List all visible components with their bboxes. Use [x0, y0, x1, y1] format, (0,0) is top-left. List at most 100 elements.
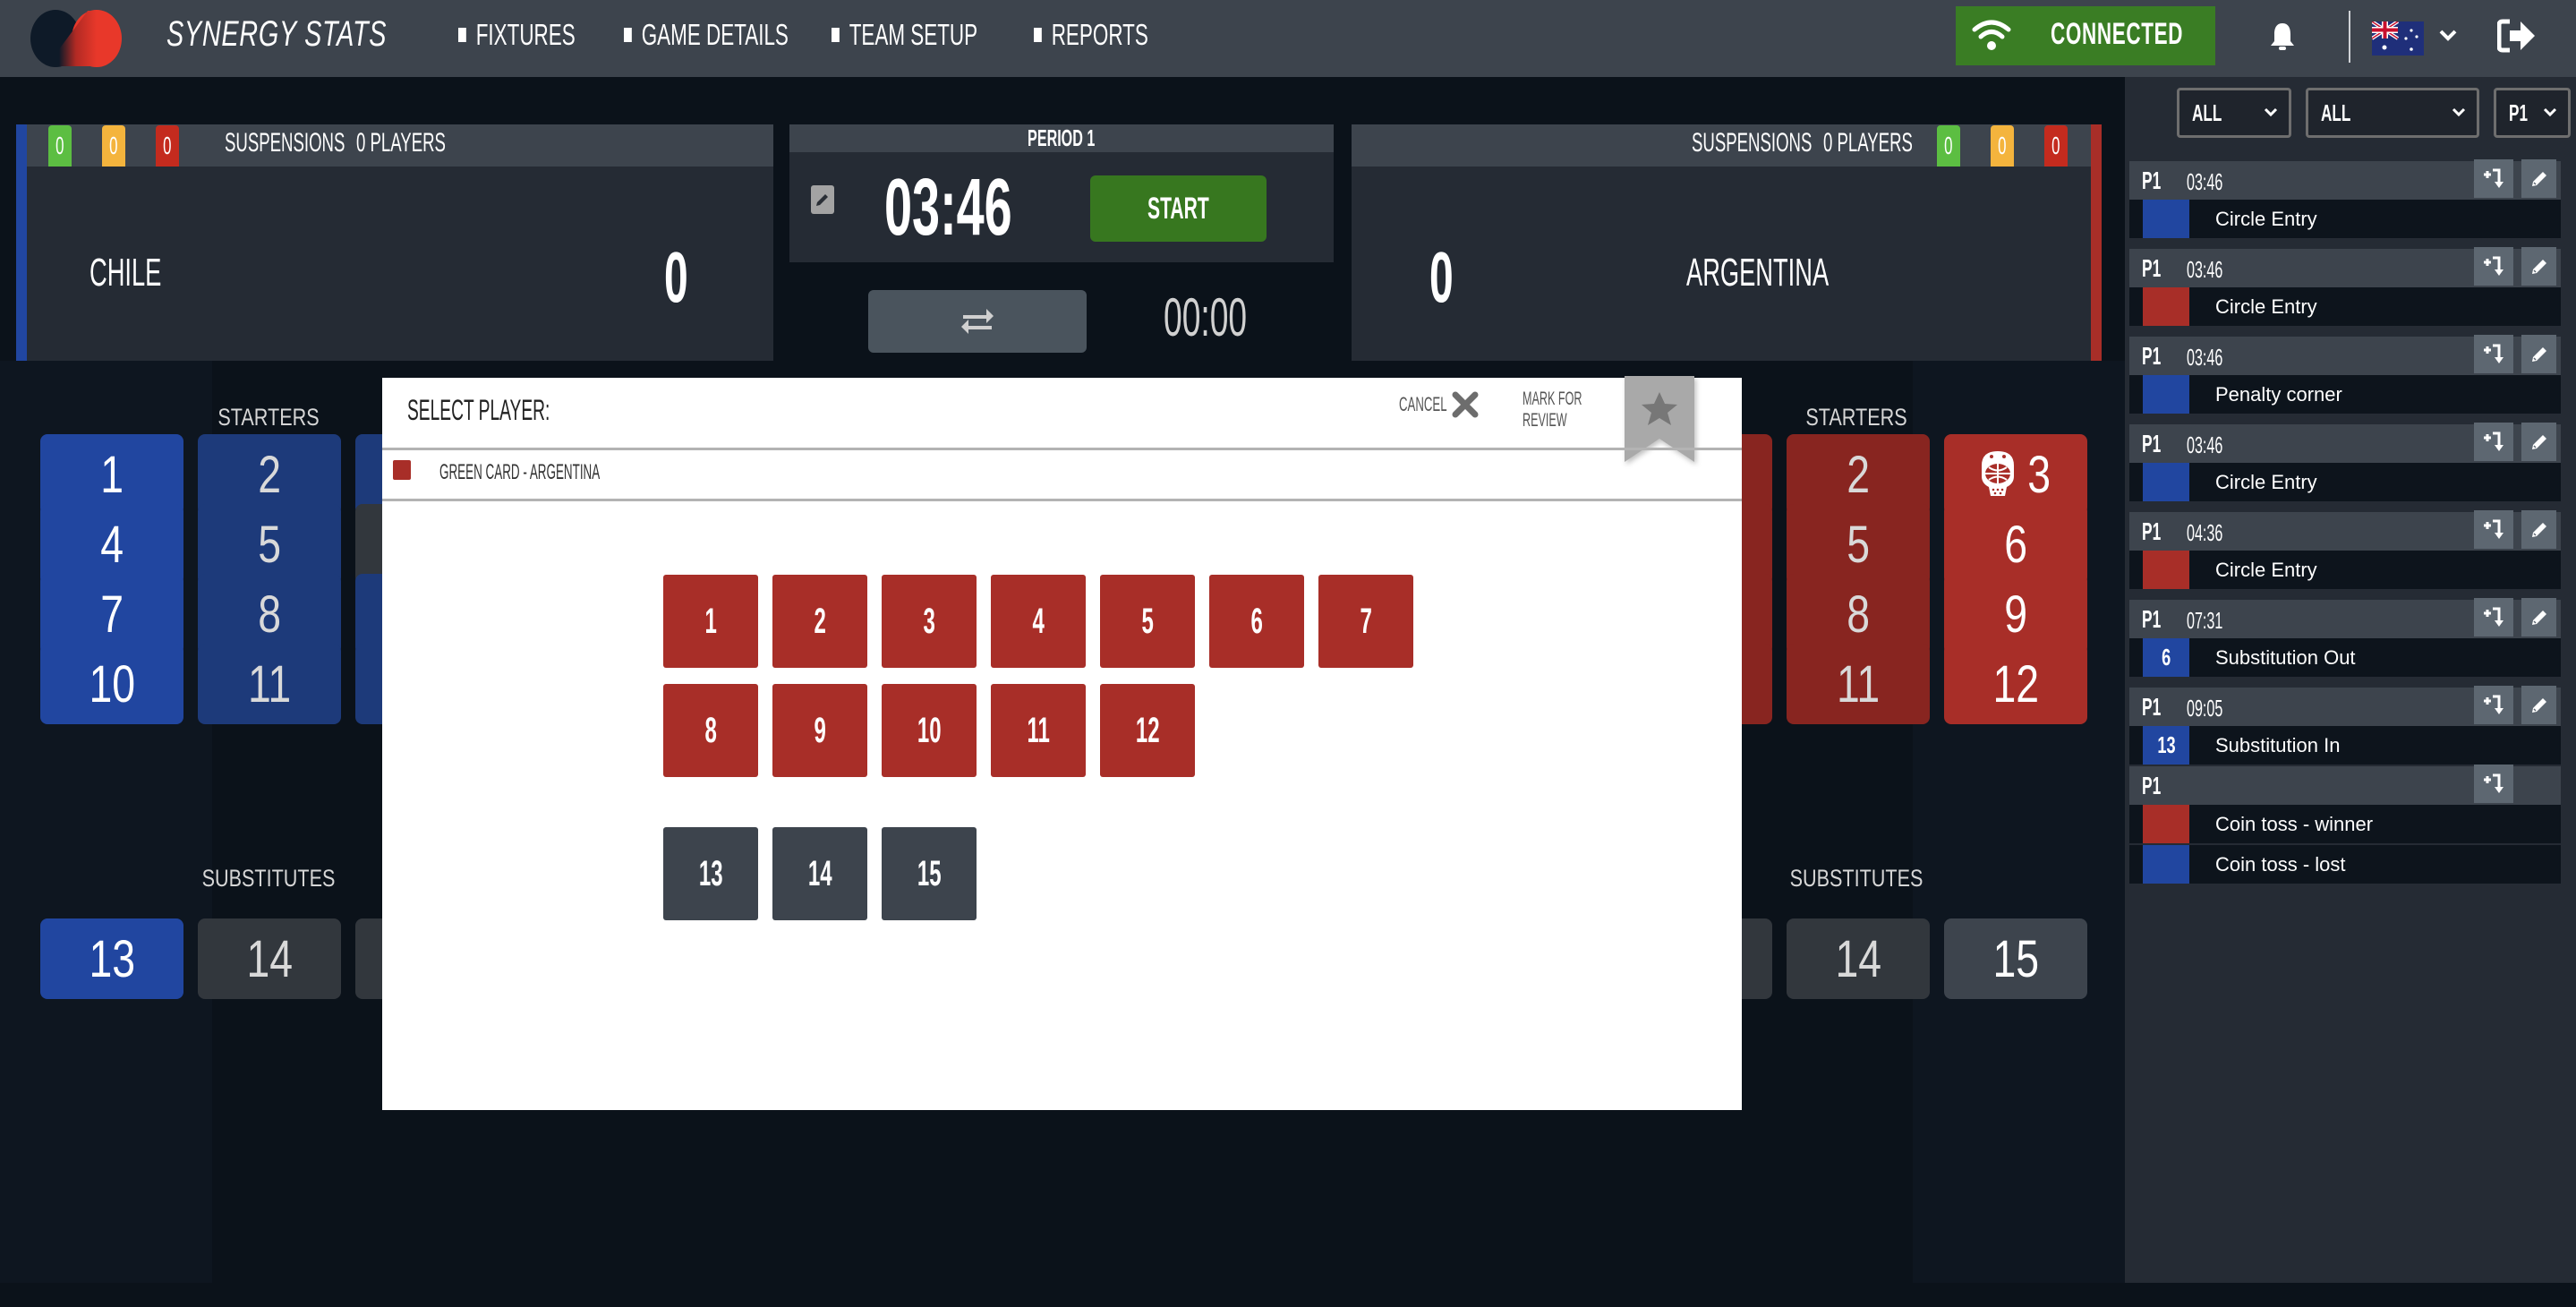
home-player-tile[interactable]: 5 [198, 504, 341, 585]
modal-player-button[interactable]: 4 [991, 575, 1086, 668]
home-player-tile[interactable]: 4 [40, 504, 183, 585]
chevron-down-icon[interactable] [2438, 25, 2458, 45]
away-player-tile[interactable]: 9 [1944, 574, 2087, 654]
modal-player-button[interactable]: 10 [882, 684, 977, 777]
insert-event-button[interactable] [2474, 598, 2513, 636]
swap-sides-button[interactable] [868, 290, 1087, 353]
nav-label: FIXTURES [475, 18, 576, 51]
event-label: Coin toss - winner [2215, 813, 2374, 835]
modal-player-button[interactable]: 12 [1100, 684, 1195, 777]
away-sub-tile[interactable]: 14 [1787, 918, 1930, 999]
modal-player-button[interactable]: 3 [882, 575, 977, 668]
home-yellow-card-count: 0 [102, 125, 125, 167]
away-player-tile[interactable]: 11 [1787, 644, 1930, 724]
home-player-tile[interactable]: 7 [40, 574, 183, 654]
event-body[interactable]: 6 Substitution Out [2129, 638, 2561, 677]
edit-event-button[interactable] [2521, 598, 2556, 636]
away-sub-tile[interactable]: 15 [1944, 918, 2087, 999]
edit-event-button[interactable] [2521, 159, 2556, 198]
modal-player-button[interactable]: 11 [991, 684, 1086, 777]
modal-sub-button[interactable]: 14 [772, 827, 867, 920]
event-body[interactable]: Circle Entry [2129, 200, 2561, 238]
australia-flag-icon[interactable] [2372, 21, 2424, 56]
event-period: P1 [2142, 342, 2162, 370]
home-sub-tile[interactable]: 14 [198, 918, 341, 999]
home-team-score: 0 [664, 237, 688, 317]
home-sub-tile[interactable]: 13 [40, 918, 183, 999]
away-player-tile[interactable]: 6 [1944, 504, 2087, 585]
connection-status[interactable]: CONNECTED [1956, 6, 2215, 65]
brand-title: SYNERGY STATS [166, 14, 388, 54]
away-player-tile[interactable]: 5 [1787, 504, 1930, 585]
modal-player-button[interactable]: 2 [772, 575, 867, 668]
home-substitutes-label: SUBSTITUTES [201, 865, 336, 892]
nav-team-setup[interactable]: TEAM SETUP [832, 18, 977, 52]
home-player-tile[interactable]: 10 [40, 644, 183, 724]
nav-reports[interactable]: REPORTS [1034, 18, 1148, 52]
pencil-icon [2531, 346, 2546, 362]
modal-player-button[interactable]: 5 [1100, 575, 1195, 668]
event-body[interactable]: Circle Entry [2129, 287, 2561, 326]
away-player-tile[interactable]: 2 [1787, 434, 1930, 515]
start-button[interactable]: START [1090, 175, 1267, 242]
event-period: P1 [2142, 430, 2162, 457]
nav-fixtures[interactable]: FIXTURES [458, 18, 576, 52]
edit-event-button[interactable] [2521, 510, 2556, 549]
home-player-tile[interactable]: 8 [198, 574, 341, 654]
event-header: P1 03:46 [2129, 247, 2561, 287]
insert-event-button[interactable] [2474, 247, 2513, 286]
home-green-card-count: 0 [48, 125, 72, 167]
event-body[interactable]: Coin toss - lost [2129, 845, 2561, 884]
edit-event-button[interactable] [2521, 423, 2556, 461]
away-player-tile[interactable]: 8 [1787, 574, 1930, 654]
modal-sub-button[interactable]: 13 [663, 827, 758, 920]
event-type-filter-select[interactable]: ALL [2306, 88, 2479, 138]
period-filter-select[interactable]: P1 [2494, 88, 2571, 138]
modal-player-button[interactable]: 9 [772, 684, 867, 777]
top-bar: SYNERGY STATS FIXTURES GAME DETAILS TEAM… [0, 0, 2576, 77]
nav-game-details[interactable]: GAME DETAILS [624, 18, 789, 52]
insert-below-icon [2484, 344, 2503, 363]
event-body[interactable]: Circle Entry [2129, 551, 2561, 589]
insert-event-button[interactable] [2474, 159, 2513, 198]
insert-event-button[interactable] [2474, 423, 2513, 461]
event-body[interactable]: Penalty corner [2129, 375, 2561, 414]
modal-sub-button[interactable]: 15 [882, 827, 977, 920]
insert-event-button[interactable] [2474, 686, 2513, 724]
team-swatch [2143, 200, 2189, 238]
edit-event-button[interactable] [2521, 335, 2556, 373]
nav-label: GAME DETAILS [641, 18, 789, 51]
away-player-tile[interactable]: 12 [1944, 644, 2087, 724]
mark-for-review-label[interactable]: MARK FOR REVIEW [1523, 389, 1587, 431]
team-filter-select[interactable]: ALL [2177, 88, 2291, 138]
edit-event-button[interactable] [2521, 686, 2556, 724]
home-starters-label: STARTERS [218, 404, 320, 431]
event-body[interactable]: Coin toss - winner [2129, 805, 2561, 843]
logout-icon[interactable] [2497, 18, 2537, 54]
home-player-tile[interactable]: 2 [198, 434, 341, 515]
bell-icon[interactable] [2270, 21, 2295, 52]
event-header: P1 03:46 [2129, 335, 2561, 375]
event-body[interactable]: 13 Substitution In [2129, 726, 2561, 765]
modal-player-button[interactable]: 1 [663, 575, 758, 668]
modal-player-button[interactable]: 8 [663, 684, 758, 777]
bookmark-star-icon[interactable] [1625, 376, 1694, 466]
edit-clock-button[interactable] [811, 185, 834, 214]
event-period: P1 [2142, 167, 2162, 194]
home-player-tile[interactable]: 1 [40, 434, 183, 515]
wifi-icon [1972, 20, 2011, 50]
modal-player-button[interactable]: 7 [1318, 575, 1413, 668]
edit-event-button[interactable] [2521, 247, 2556, 286]
home-player-tile[interactable]: 11 [198, 644, 341, 724]
event-body[interactable]: Circle Entry [2129, 463, 2561, 501]
insert-event-button[interactable] [2474, 510, 2513, 549]
team-swatch: 6 [2143, 638, 2189, 677]
event-label: Circle Entry [2215, 295, 2317, 318]
event-header: P1 09:05 [2129, 686, 2561, 726]
nav-label: TEAM SETUP [849, 18, 978, 51]
away-goalkeeper-tile[interactable]: 3 [1944, 434, 2087, 515]
insert-event-button[interactable] [2474, 765, 2513, 803]
cancel-button[interactable]: CANCEL [1399, 390, 1480, 419]
insert-event-button[interactable] [2474, 335, 2513, 373]
modal-player-button[interactable]: 6 [1209, 575, 1304, 668]
